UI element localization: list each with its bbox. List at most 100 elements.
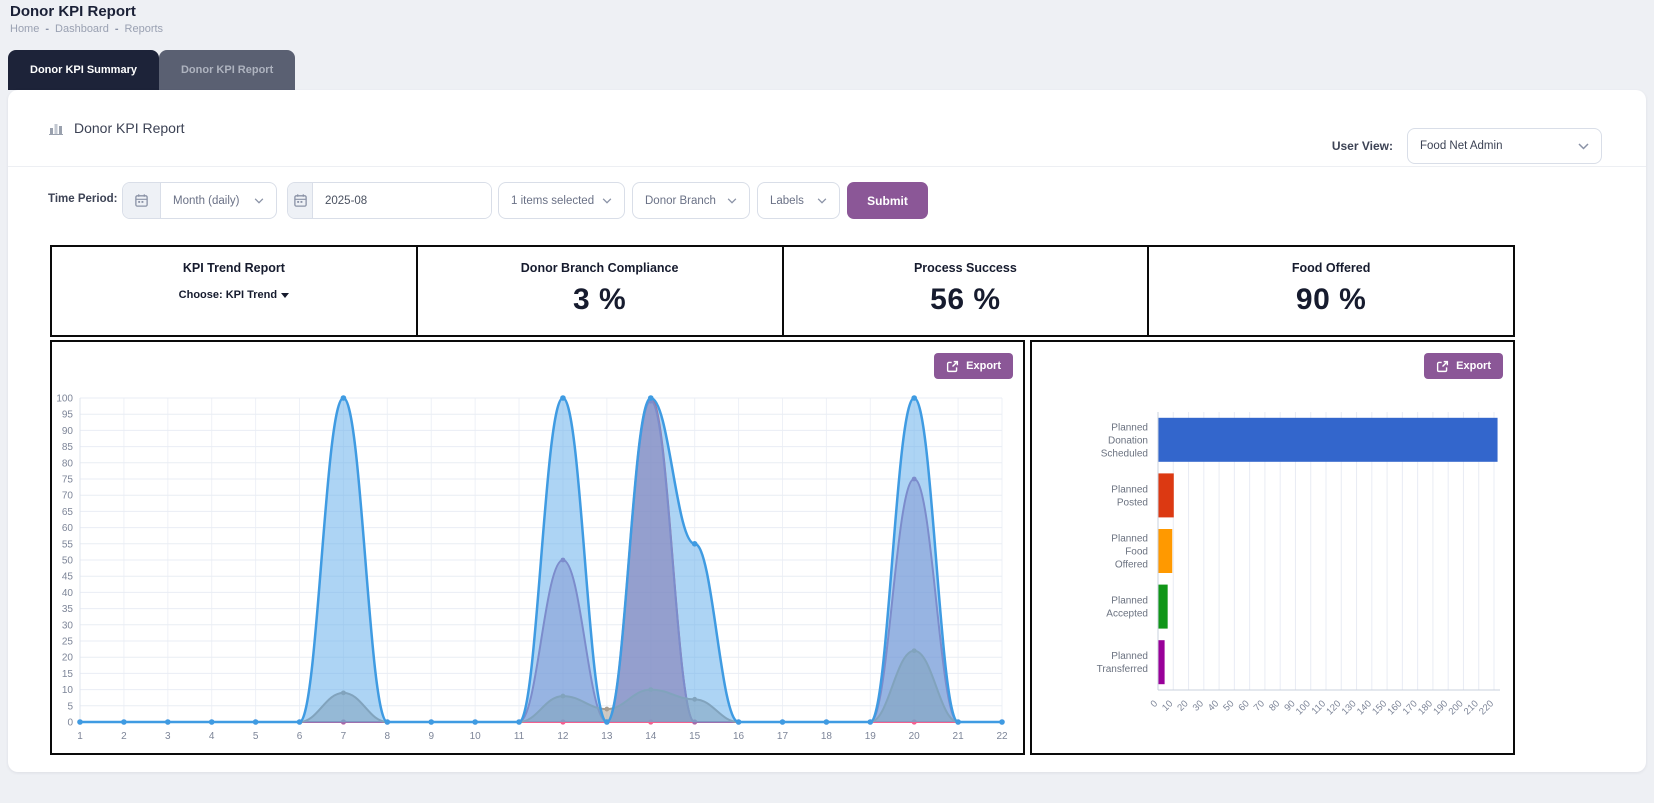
- tab-donor-kpi-report[interactable]: Donor KPI Report: [159, 50, 295, 90]
- svg-text:90: 90: [62, 426, 74, 437]
- svg-text:9: 9: [428, 731, 434, 742]
- granularity-group: Month (daily): [122, 182, 277, 219]
- breadcrumb-reports[interactable]: Reports: [125, 23, 164, 35]
- svg-text:7: 7: [341, 731, 347, 742]
- kpi-trend-report-box: KPI Trend Report Choose: KPI Trend: [50, 245, 418, 337]
- breadcrumb-dashboard[interactable]: Dashboard: [55, 23, 109, 35]
- granularity-select[interactable]: Month (daily): [161, 183, 276, 218]
- svg-text:20: 20: [62, 653, 74, 664]
- svg-text:Transferred: Transferred: [1097, 664, 1148, 675]
- svg-text:22: 22: [996, 731, 1008, 742]
- svg-text:70: 70: [62, 491, 74, 502]
- card-title-row: Donor KPI Report: [48, 120, 185, 136]
- svg-text:0: 0: [67, 718, 73, 729]
- svg-text:0: 0: [1149, 698, 1161, 710]
- svg-text:Accepted: Accepted: [1106, 609, 1148, 620]
- time-period-label: Time Period:: [48, 193, 117, 205]
- user-view-label: User View:: [1332, 139, 1393, 153]
- svg-text:45: 45: [62, 572, 74, 583]
- kpi-trend-chart: 0510152025303540455055606570758085909510…: [52, 342, 1023, 753]
- export-label: Export: [1456, 360, 1491, 372]
- svg-text:35: 35: [62, 604, 74, 615]
- card-title: Donor KPI Report: [74, 120, 185, 136]
- kpi-chooser-label: Choose: KPI Trend: [179, 289, 277, 301]
- month-input[interactable]: [313, 183, 491, 218]
- kpi-value: 90 %: [1149, 283, 1513, 317]
- svg-text:17: 17: [777, 731, 789, 742]
- svg-text:65: 65: [62, 507, 74, 518]
- kpi-title: Process Success: [784, 261, 1148, 275]
- donor-branch-value: Donor Branch: [645, 195, 716, 207]
- svg-text:80: 80: [62, 458, 74, 469]
- svg-text:40: 40: [62, 588, 74, 599]
- filter-row: Time Period: Month (daily) 1 items selec…: [8, 182, 1646, 220]
- export-button-bars[interactable]: Export: [1424, 353, 1503, 379]
- report-card: Donor KPI Report User View: Food Net Adm…: [8, 90, 1646, 772]
- svg-text:19: 19: [865, 731, 877, 742]
- svg-text:5: 5: [67, 701, 73, 712]
- breadcrumb-home[interactable]: Home: [10, 23, 39, 35]
- svg-text:Posted: Posted: [1117, 497, 1148, 508]
- kpi-trend-chooser[interactable]: Choose: KPI Trend: [179, 289, 289, 301]
- kpi-donor-branch-compliance-box: Donor Branch Compliance 3 %: [416, 245, 784, 337]
- planned-stages-chart-panel: 0102030405060708090100110120130140150160…: [1030, 340, 1515, 755]
- items-selected-select[interactable]: 1 items selected: [498, 182, 625, 219]
- svg-text:Planned: Planned: [1111, 651, 1148, 662]
- svg-text:Food: Food: [1125, 547, 1148, 558]
- page-title: Donor KPI Report: [10, 3, 136, 20]
- svg-text:8: 8: [385, 731, 391, 742]
- svg-text:15: 15: [62, 669, 74, 680]
- svg-text:85: 85: [62, 442, 74, 453]
- breadcrumb: Home-Dashboard-Reports: [10, 23, 163, 35]
- svg-text:5: 5: [253, 731, 259, 742]
- svg-text:12: 12: [557, 731, 569, 742]
- kpi-value: 3 %: [418, 283, 782, 317]
- svg-text:95: 95: [62, 410, 74, 421]
- kpi-title: Food Offered: [1149, 261, 1513, 275]
- svg-text:20: 20: [1175, 698, 1190, 713]
- chevron-down-icon: [602, 198, 612, 204]
- svg-text:Planned: Planned: [1111, 534, 1148, 545]
- svg-text:75: 75: [62, 475, 74, 486]
- kpi-trend-chart-panel: 0510152025303540455055606570758085909510…: [50, 340, 1025, 755]
- calendar-icon: [288, 183, 313, 218]
- breadcrumb-separator: -: [45, 23, 49, 35]
- kpi-row: KPI Trend Report Choose: KPI Trend Donor…: [50, 245, 1515, 337]
- kpi-title: KPI Trend Report: [52, 261, 416, 275]
- granularity-value: Month (daily): [173, 195, 239, 207]
- user-view-select[interactable]: Food Net Admin: [1407, 128, 1602, 164]
- svg-text:16: 16: [733, 731, 745, 742]
- export-label: Export: [966, 360, 1001, 372]
- export-icon: [946, 360, 959, 373]
- labels-select[interactable]: Labels: [757, 182, 840, 219]
- items-selected-value: 1 items selected: [511, 195, 594, 207]
- svg-text:25: 25: [62, 637, 74, 648]
- svg-text:2: 2: [121, 731, 127, 742]
- donor-branch-select[interactable]: Donor Branch: [632, 182, 750, 219]
- planned-stages-bar-chart: 0102030405060708090100110120130140150160…: [1032, 342, 1513, 753]
- svg-text:220: 220: [1477, 698, 1496, 717]
- labels-value: Labels: [770, 195, 804, 207]
- submit-button[interactable]: Submit: [847, 182, 928, 219]
- kpi-process-success-box: Process Success 56 %: [782, 245, 1150, 337]
- chevron-down-icon: [817, 198, 827, 204]
- svg-text:13: 13: [601, 731, 613, 742]
- svg-text:30: 30: [1191, 698, 1206, 713]
- export-icon: [1436, 360, 1449, 373]
- svg-text:30: 30: [62, 620, 74, 631]
- svg-text:Planned: Planned: [1111, 484, 1148, 495]
- export-button-trend[interactable]: Export: [934, 353, 1013, 379]
- svg-text:14: 14: [645, 731, 657, 742]
- svg-text:Offered: Offered: [1115, 560, 1148, 571]
- svg-text:10: 10: [62, 685, 74, 696]
- header-divider: [8, 166, 1646, 167]
- svg-text:50: 50: [1221, 698, 1236, 713]
- chevron-down-icon: [1578, 143, 1589, 150]
- tab-donor-kpi-summary[interactable]: Donor KPI Summary: [8, 50, 159, 90]
- bar-chart-icon: [48, 120, 64, 136]
- user-view-value: Food Net Admin: [1420, 140, 1502, 152]
- user-view-control: User View: Food Net Admin: [1332, 128, 1602, 164]
- svg-text:20: 20: [909, 731, 921, 742]
- svg-text:55: 55: [62, 539, 74, 550]
- svg-text:1: 1: [77, 731, 83, 742]
